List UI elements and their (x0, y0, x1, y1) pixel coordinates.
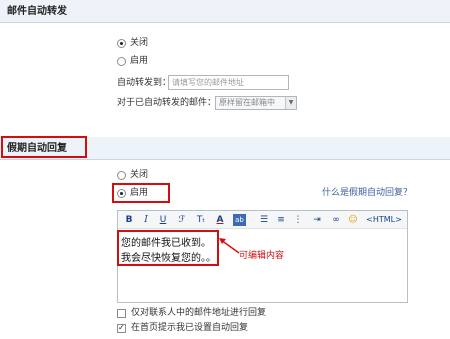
homepage-notice-checkbox[interactable] (117, 323, 126, 333)
contacts-only-label: 仅对联系人中的邮件地址进行回复 (131, 308, 267, 318)
font-family-icon[interactable]: ℱ (176, 214, 188, 226)
link-icon[interactable]: ∞ (330, 214, 342, 226)
forward-off-radio[interactable] (117, 39, 126, 48)
font-color-icon[interactable]: A (214, 214, 226, 226)
contacts-only-checkbox[interactable] (117, 309, 126, 318)
forward-on-radio[interactable] (117, 57, 126, 66)
forward-section-header: 邮件自动转发 (0, 0, 450, 23)
forward-section-title: 邮件自动转发 (7, 6, 67, 17)
bold-button[interactable]: B (124, 214, 134, 226)
vacation-help-link[interactable]: 什么是假期自动回复？ (322, 187, 412, 199)
unordered-list-icon[interactable]: ⋮ (292, 214, 304, 226)
highlight-box-title (1, 136, 87, 158)
editor-toolbar: B I U ℱ Tₜ A ab ☰ ≡ ⋮ ⇥ ∞ ☺ <HTML> (118, 211, 407, 229)
forward-keep-select[interactable]: 原样留在邮箱中 ▼ (215, 96, 297, 110)
highlight-box-enable (112, 183, 170, 203)
reply-body-line-1: 您的邮件我已收到。 (121, 238, 211, 249)
ordered-list-icon[interactable]: ≡ (275, 214, 287, 226)
homepage-notice-label: 在首页提示我已设置自动回复 (131, 323, 249, 333)
forward-off-label: 关闭 (130, 38, 149, 48)
html-mode-button[interactable]: <HTML> (365, 214, 403, 226)
reply-body-line-2: 我会尽快恢复您的。。 (121, 253, 216, 264)
chevron-down-icon: ▼ (285, 97, 296, 109)
forward-to-label: 自动转发到： (117, 78, 172, 88)
background-color-icon[interactable]: ab (233, 214, 246, 226)
font-size-icon[interactable]: Tₜ (195, 214, 207, 226)
italic-button[interactable]: I (141, 214, 151, 226)
underline-button[interactable]: U (158, 214, 168, 226)
forward-on-label: 启用 (130, 56, 149, 66)
vacation-off-radio[interactable] (117, 171, 126, 180)
indent-icon[interactable]: ⇥ (311, 214, 323, 226)
vacation-off-label: 关闭 (130, 170, 149, 180)
annotation-arrow-icon (219, 238, 240, 254)
emoticon-icon[interactable]: ☺ (347, 214, 359, 226)
forward-address-input[interactable]: 请填写您的邮件地址 (168, 75, 289, 90)
forward-keep-label: 对于已自动转发的邮件： (117, 98, 217, 108)
align-left-icon[interactable]: ☰ (258, 214, 270, 226)
forward-keep-value: 原样留在邮箱中 (219, 98, 275, 107)
annotation-label: 可编辑内容 (239, 251, 285, 261)
